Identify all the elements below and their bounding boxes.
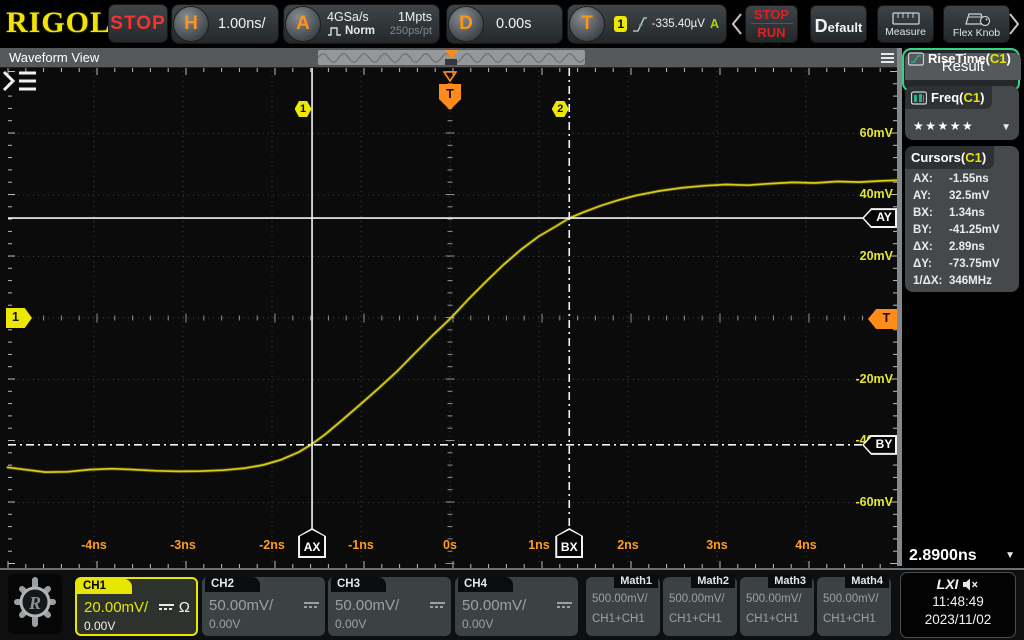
channel-tab-ch4[interactable]: CH4 <box>458 577 513 592</box>
channel-tab-ch1[interactable]: CH1 <box>77 579 132 594</box>
horizontal-scale-value: 1.00ns/ <box>218 16 266 32</box>
math1-tab[interactable]: Math1 <box>614 574 658 588</box>
default-button[interactable]: Default <box>810 5 867 43</box>
dc-coupling-icon <box>430 602 445 608</box>
math2-box[interactable]: Math2 500.00mV/ CH1+CH1 <box>663 577 737 636</box>
horizontal-scale-group[interactable]: H 1.00ns/ <box>171 4 279 44</box>
trigger-group[interactable]: T 1 -335.40µV A <box>567 4 727 44</box>
stop-run-button[interactable]: STOP RUN <box>745 5 798 43</box>
channel-box-ch3[interactable]: CH3 50.00mV/ 0.00V <box>328 577 451 636</box>
impedance-symbol: Ω <box>179 599 190 616</box>
math3-box[interactable]: Math3 500.00mV/ CH1+CH1 <box>740 577 814 636</box>
run-state-indicator[interactable]: STOP <box>108 4 168 43</box>
knob-icon <box>962 11 992 26</box>
cursor-row-ax: AX:-1.55ns <box>913 173 1013 189</box>
rising-edge-icon <box>632 13 646 35</box>
horizontal-knob[interactable]: H <box>173 6 209 42</box>
pulse-waveform-icon <box>327 26 342 37</box>
chevron-right-icon[interactable] <box>1008 12 1020 36</box>
sample-rate: 4GSa/s <box>327 10 369 24</box>
delay-group[interactable]: D 0.00s <box>446 4 563 44</box>
graticule-menu-icon[interactable] <box>0 68 40 94</box>
math2-tab[interactable]: Math2 <box>691 574 735 588</box>
channel-tab-ch3[interactable]: CH3 <box>331 577 386 592</box>
acquisition-group[interactable]: A 4GSa/s 1Mpts Norm 250ps/pt <box>283 4 440 44</box>
cursor-row-ay: AY:32.5mV <box>913 190 1013 206</box>
channel-box-ch4[interactable]: CH4 50.00mV/ 0.00V <box>455 577 578 636</box>
ch1-offset: 0.00V <box>84 619 115 633</box>
waveform-view-title: Waveform View <box>9 50 99 65</box>
acquire-mode: Norm <box>345 24 375 38</box>
cursor-row-by: BY:-41.25mV <box>913 224 1013 240</box>
cursor-lines <box>0 68 900 568</box>
delay-knob[interactable]: D <box>448 6 484 42</box>
system-menu-button[interactable]: R <box>8 574 62 634</box>
cursor-row-dx: ΔX:2.89ns <box>913 241 1013 257</box>
freq-value: ★★★★★ <box>913 119 974 133</box>
speaker-muted-icon <box>962 578 979 591</box>
clock-date: 2023/11/02 <box>901 612 1015 627</box>
sample-resolution: 250ps/pt <box>390 24 432 38</box>
flex-knob-button[interactable]: Flex Knob <box>943 5 1010 43</box>
counter-icon <box>911 91 927 105</box>
delay-value: 0.00s <box>496 16 531 32</box>
channel-tab-ch2[interactable]: CH2 <box>205 577 260 592</box>
clock-time: 11:48:49 <box>901 592 1015 612</box>
graticule: -4ns -3ns -2ns -1ns 0s 1ns 2ns 3ns 4ns 6… <box>0 68 900 568</box>
acquire-knob[interactable]: A <box>285 6 321 42</box>
cursor-bx-marker[interactable]: BX <box>555 528 583 558</box>
rigol-logo: RIGOL <box>6 6 111 40</box>
trigger-source-badge: 1 <box>614 16 627 32</box>
channel-box-ch1[interactable]: CH1 20.00mV/ Ω 0.00V <box>75 577 198 636</box>
trigger-knob[interactable]: T <box>569 6 605 42</box>
measure-button[interactable]: Measure <box>877 5 934 43</box>
memory-overview-strip[interactable] <box>318 50 585 65</box>
dc-coupling-icon <box>557 602 572 608</box>
waveform-region: Waveform View -4ns -3ns -2ns -1ns 0s 1ns… <box>0 48 900 568</box>
cursor-by-marker[interactable]: BY <box>862 435 897 455</box>
cursor-row-dy: ΔY:-73.75mV <box>913 258 1013 274</box>
ch2-scale: 50.00mV/ <box>209 597 273 614</box>
math4-box[interactable]: Math4 500.00mV/ CH1+CH1 <box>817 577 891 636</box>
ruler-icon <box>892 11 920 25</box>
rise-time-icon <box>908 52 924 66</box>
channel-box-ch2[interactable]: CH2 50.00mV/ 0.00V <box>202 577 325 636</box>
lxi-label: LXI <box>937 576 959 592</box>
freq-measurement-card[interactable]: Freq(C1) ★★★★★ ▼ <box>905 86 1019 140</box>
ch1-scale: 20.00mV/ <box>84 599 148 616</box>
dc-coupling-icon <box>304 602 319 608</box>
memory-depth: 1Mpts <box>398 10 432 24</box>
svg-text:R: R <box>28 593 41 613</box>
math1-box[interactable]: Math1 500.00mV/ CH1+CH1 <box>586 577 660 636</box>
ch4-scale: 50.00mV/ <box>462 597 526 614</box>
cursor-ax-marker[interactable]: AX <box>298 528 326 558</box>
hamburger-menu-icon[interactable] <box>881 53 894 64</box>
chevron-down-icon[interactable]: ▼ <box>1001 122 1011 133</box>
cursor-row-bx: BX:1.34ns <box>913 207 1013 223</box>
cursors-result-card[interactable]: Cursors(C1) AX:-1.55ns AY:32.5mV BX:1.34… <box>905 146 1019 292</box>
top-bar: RIGOL STOP H 1.00ns/ A 4GSa/s 1Mpts Norm… <box>0 0 1024 48</box>
cursor-row-freq: 1/ΔX:346MHz <box>913 275 1013 291</box>
gear-logo-icon: R <box>11 574 59 630</box>
cursor-ay-marker[interactable]: AY <box>862 208 897 228</box>
chevron-left-icon[interactable] <box>731 12 743 36</box>
ch3-scale: 50.00mV/ <box>335 597 399 614</box>
status-clock-box[interactable]: LXI 11:48:49 2023/11/02 <box>900 572 1016 638</box>
waveform-titlebar: Waveform View <box>0 48 900 68</box>
oscilloscope-screen: RIGOL STOP H 1.00ns/ A 4GSa/s 1Mpts Norm… <box>0 0 1024 640</box>
bottom-bar: R CH1 20.00mV/ Ω 0.00V CH2 50.00mV/ 0.00… <box>0 568 1024 640</box>
chevron-down-icon[interactable]: ▼ <box>1005 550 1015 561</box>
ch2-offset: 0.00V <box>209 617 240 631</box>
trigger-level-value: -335.40µV <box>652 18 705 30</box>
trigger-sweep-mode: A <box>710 17 726 31</box>
risetime-value: 2.8900ns <box>909 547 977 565</box>
math4-tab[interactable]: Math4 <box>845 574 889 588</box>
dc-coupling-icon <box>159 604 174 610</box>
ch4-offset: 0.00V <box>462 617 493 631</box>
math3-tab[interactable]: Math3 <box>768 574 812 588</box>
ch3-offset: 0.00V <box>335 617 366 631</box>
result-panel: Result Freq(C1) ★★★★★ ▼ Cursors(C1) AX:-… <box>902 48 1024 568</box>
